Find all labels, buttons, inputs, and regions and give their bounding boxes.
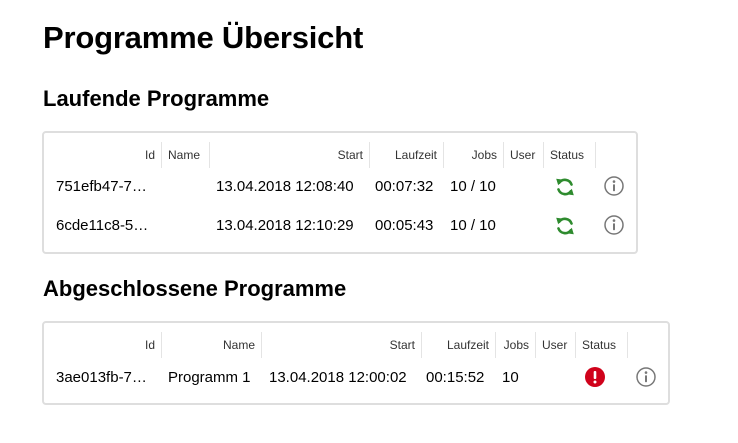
- col-header-user[interactable]: User: [504, 142, 544, 168]
- row-runtime: 00:07:32: [375, 178, 434, 195]
- row-start: 13.04.2018 12:00:02: [269, 369, 407, 386]
- col-header-status[interactable]: Status: [544, 142, 596, 168]
- row-id: 751efb47-7…: [56, 178, 147, 195]
- col-header-start[interactable]: Start: [262, 332, 422, 358]
- row-start: 13.04.2018 12:08:40: [216, 178, 354, 195]
- info-icon[interactable]: [603, 175, 625, 202]
- col-header-runtime[interactable]: Laufzeit: [422, 332, 496, 358]
- col-header-name[interactable]: Name: [162, 142, 210, 168]
- refresh-icon: [553, 214, 577, 243]
- row-name: Programm 1: [168, 369, 251, 386]
- refresh-icon: [553, 175, 577, 204]
- col-header-status[interactable]: Status: [576, 332, 628, 358]
- running-section-title: Laufende Programme: [43, 86, 270, 111]
- error-icon: [584, 366, 606, 393]
- col-header-user[interactable]: User: [536, 332, 576, 358]
- col-header-name[interactable]: Name: [162, 332, 262, 358]
- row-id: 3ae013fb-7…: [56, 369, 147, 386]
- info-icon[interactable]: [603, 214, 625, 241]
- row-jobs: 10: [502, 369, 519, 386]
- finished-section-title: Abgeschlossene Programme: [43, 276, 347, 301]
- page-title: Programme Übersicht: [43, 20, 364, 55]
- finished-table: Id Name Start Laufzeit Jobs User Status …: [42, 321, 670, 405]
- row-runtime: 00:05:43: [375, 217, 434, 234]
- row-id: 6cde11c8-5…: [56, 217, 149, 234]
- col-header-start[interactable]: Start: [210, 142, 370, 168]
- row-start: 13.04.2018 12:10:29: [216, 217, 354, 234]
- col-header-id[interactable]: Id: [44, 142, 162, 168]
- row-jobs: 10 / 10: [450, 178, 496, 195]
- row-jobs: 10 / 10: [450, 217, 496, 234]
- col-header-jobs[interactable]: Jobs: [496, 332, 536, 358]
- info-icon[interactable]: [635, 366, 657, 393]
- col-header-jobs[interactable]: Jobs: [444, 142, 504, 168]
- col-header-id[interactable]: Id: [44, 332, 162, 358]
- col-header-runtime[interactable]: Laufzeit: [370, 142, 444, 168]
- row-runtime: 00:15:52: [426, 369, 485, 386]
- running-table: Id Name Start Laufzeit Jobs User Status …: [42, 131, 638, 254]
